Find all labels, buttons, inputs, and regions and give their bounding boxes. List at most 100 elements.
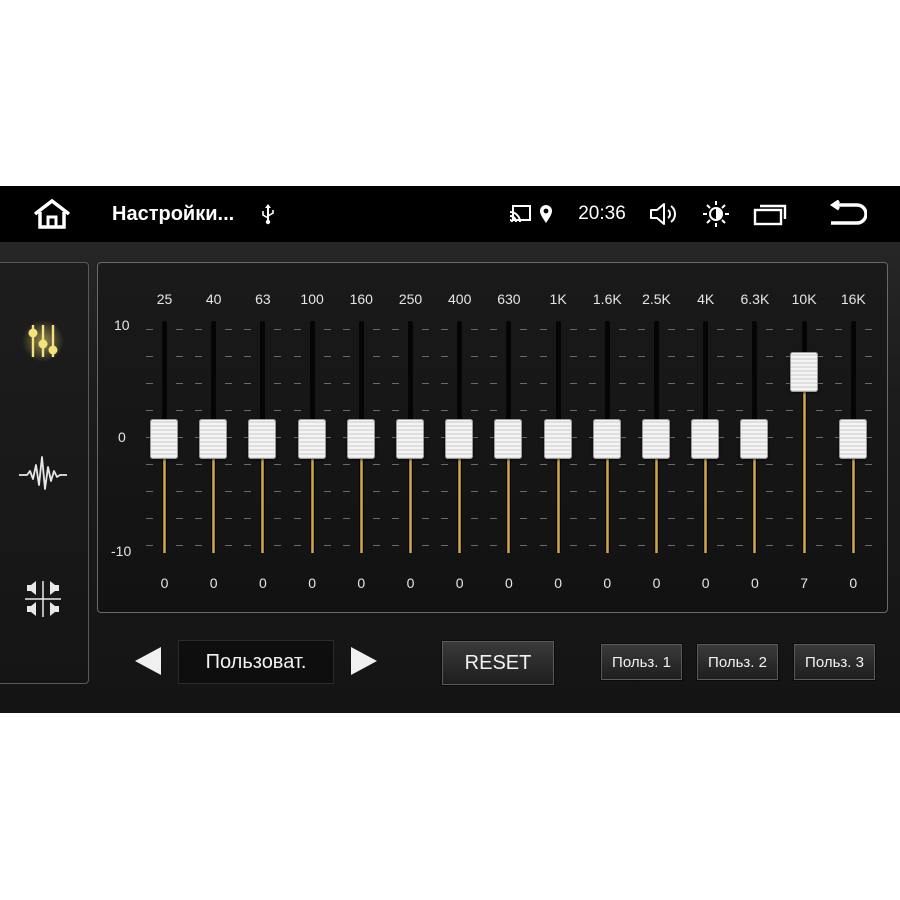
scale-tick (392, 464, 399, 465)
scale-tick (471, 545, 479, 546)
slider-knob[interactable] (592, 419, 621, 459)
slider-knob[interactable] (691, 419, 720, 459)
scale-tick (274, 464, 282, 465)
previous-preset-button[interactable] (128, 641, 168, 681)
scale-tick (815, 437, 823, 438)
recent-apps-button[interactable] (750, 186, 790, 242)
scale-tick (225, 383, 233, 384)
scale-tick (422, 410, 429, 411)
scale-tick (520, 329, 528, 330)
slider-knob[interactable] (346, 419, 375, 459)
scale-tick (834, 464, 842, 465)
band-frequency-label: 250 (398, 291, 423, 307)
eq-band: 16K 0 (829, 263, 878, 612)
reset-button[interactable]: RESET (442, 641, 554, 685)
scale-tick (471, 518, 479, 519)
speaker-balance-icon (24, 581, 61, 617)
scale-tick (244, 518, 252, 519)
scale-tick (618, 410, 626, 411)
band-frequency-label: 25 (156, 291, 173, 307)
scale-tick (668, 518, 675, 519)
scale-tick (244, 329, 252, 330)
scale-tick (490, 518, 498, 519)
scale-tick (539, 356, 547, 357)
scale-tick (293, 518, 301, 519)
scale-tick (195, 383, 203, 384)
scale-tick (638, 545, 645, 546)
sidebar-item-equalizer[interactable] (0, 301, 88, 381)
scale-tick (471, 356, 479, 357)
sidebar-item-sound-effects[interactable] (0, 433, 88, 513)
slider-knob[interactable] (248, 419, 277, 459)
cast-indicator (508, 186, 532, 242)
scale-tick (244, 491, 252, 492)
slider-knob[interactable] (199, 419, 228, 459)
scale-tick (372, 410, 380, 411)
slider-knob[interactable] (494, 419, 523, 459)
scale-tick (864, 491, 872, 492)
band-frequency-label: 1.6K (592, 291, 622, 307)
scale-tick (785, 437, 793, 438)
scale-tick (274, 383, 282, 384)
scale-tick (588, 518, 596, 519)
scale-tick (687, 329, 695, 330)
scale-tick (717, 410, 725, 411)
scale-tick (539, 329, 547, 330)
scale-tick (618, 356, 626, 357)
home-button[interactable] (28, 186, 76, 242)
scale-tick (668, 491, 675, 492)
slider-knob[interactable] (150, 419, 178, 459)
scale-tick (717, 491, 725, 492)
slider-knob[interactable] (543, 419, 572, 459)
scale-max-label: 10 (114, 317, 130, 333)
slider-knob[interactable] (838, 419, 867, 459)
eq-band: 63 0 (238, 263, 287, 612)
user-preset-3-button[interactable]: Польз. 3 (794, 644, 875, 680)
scale-tick (441, 410, 449, 411)
sidebar-item-speaker-balance[interactable] (0, 559, 88, 639)
band-frequency-label: 160 (349, 291, 373, 307)
scale-tick (195, 410, 203, 411)
scale-tick (392, 410, 399, 411)
scale-tick (569, 383, 577, 384)
user-preset-1-button[interactable]: Польз. 1 (601, 644, 682, 680)
scale-tick (195, 356, 203, 357)
slider-knob[interactable] (740, 419, 769, 459)
scale-tick (668, 410, 675, 411)
equalizer-panel: 10 0 -10 25 0 40 0 63 0 100 0 160 0 250 0 400 0 630 0 1K… (97, 262, 888, 613)
scale-tick (539, 410, 547, 411)
slider-knob[interactable] (297, 419, 326, 459)
recent-apps-icon (753, 204, 787, 226)
scale-tick (618, 464, 626, 465)
scale-tick (687, 410, 695, 411)
slider-knob[interactable] (642, 419, 670, 459)
scale-tick (569, 545, 577, 546)
home-icon (33, 198, 71, 229)
user-preset-2-button[interactable]: Польз. 2 (697, 644, 778, 680)
volume-button[interactable] (644, 186, 684, 242)
scale-tick (717, 356, 725, 357)
back-button[interactable] (824, 186, 870, 242)
next-preset-button[interactable] (344, 641, 384, 681)
slider-knob[interactable] (789, 351, 818, 392)
location-indicator (536, 186, 556, 242)
brightness-button[interactable] (696, 186, 736, 242)
scale-tick (864, 329, 872, 330)
eq-band: 25 0 (140, 263, 189, 612)
scale-tick (146, 329, 153, 330)
slider-knob[interactable] (396, 419, 424, 459)
scale-tick (618, 518, 626, 519)
scale-tick (815, 545, 823, 546)
scale-tick (539, 518, 547, 519)
band-value-label: 0 (652, 575, 661, 591)
scale-tick (736, 383, 744, 384)
scale-tick (834, 491, 842, 492)
band-value-label: 0 (504, 575, 513, 591)
scale-tick (717, 518, 725, 519)
scale-tick (638, 329, 645, 330)
scale-tick (293, 545, 301, 546)
slider-knob[interactable] (445, 419, 474, 459)
scale-tick (766, 383, 774, 384)
scale-tick (687, 518, 695, 519)
scale-tick (146, 410, 153, 411)
